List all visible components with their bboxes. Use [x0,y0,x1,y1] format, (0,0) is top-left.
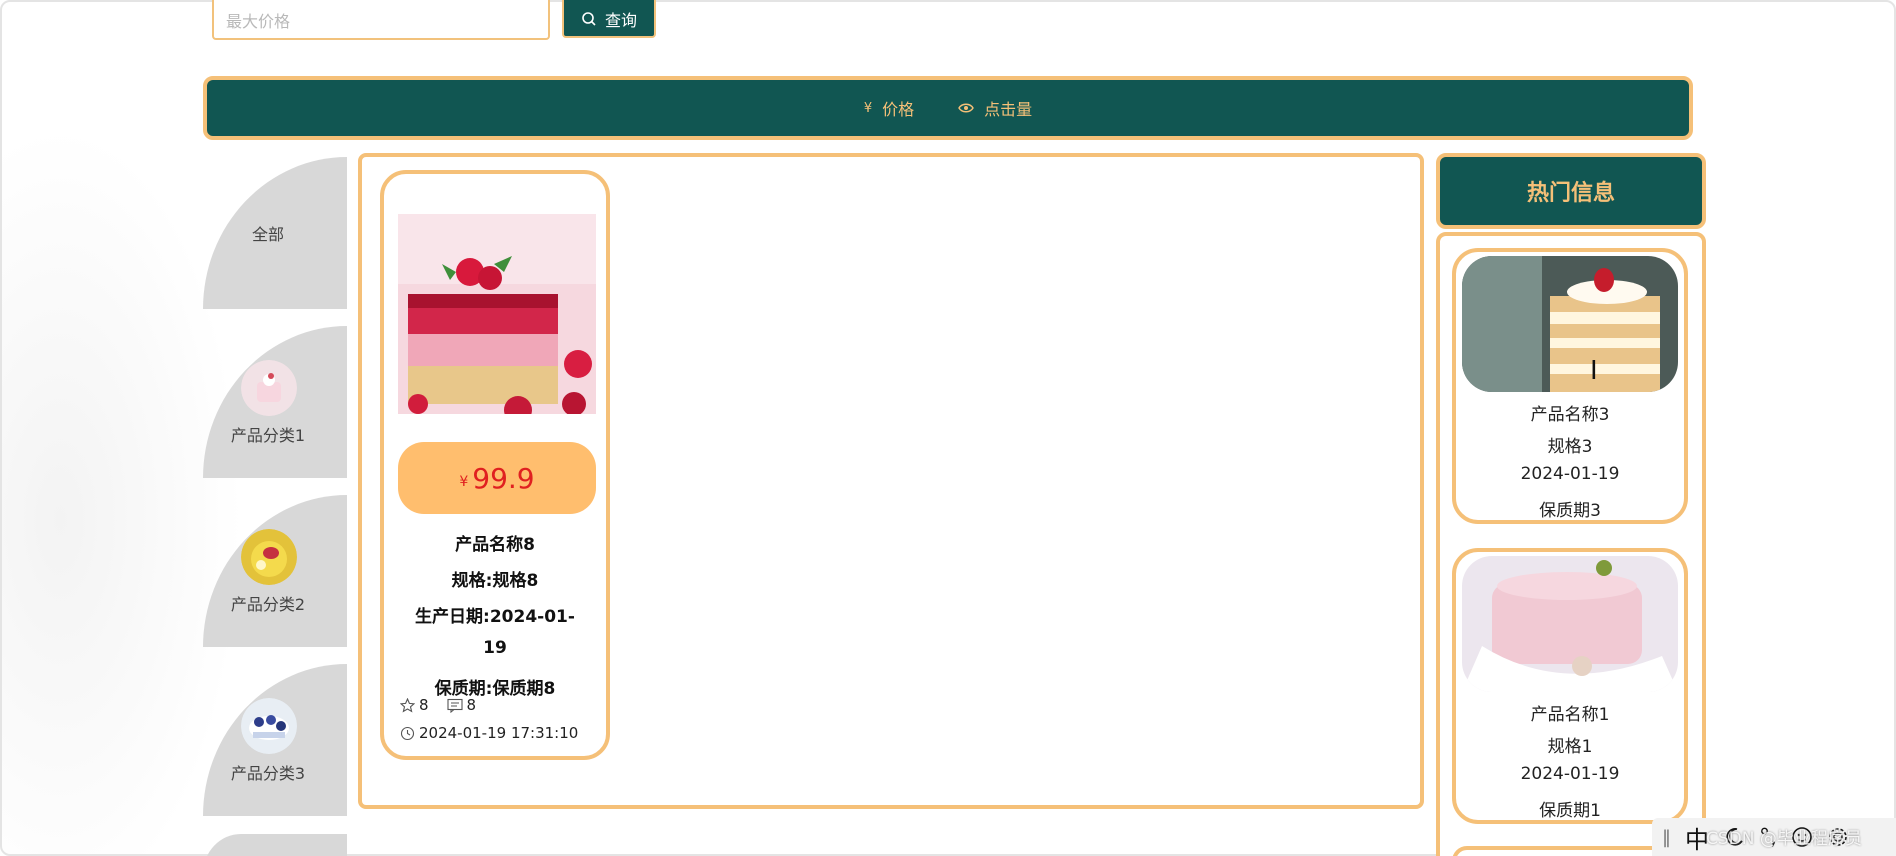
product-stats: 8 8 [400,696,476,714]
price-value: 99.9 [472,461,535,495]
sort-price-label: 价格 [882,100,915,119]
category-partial[interactable] [203,834,347,856]
hot-item-shelf-life: 保质期3 [1539,501,1601,521]
hot-item-name: 产品名称1 [1530,705,1610,725]
currency-symbol: ¥ [459,474,469,490]
query-button[interactable]: 查询 [562,0,656,38]
search-icon [582,12,596,26]
category-thumbnail [241,360,297,416]
sort-clicks-label: 点击量 [984,100,1033,119]
category-label: 全部 [251,225,284,244]
hot-info-header: 热门信息 [1436,153,1706,229]
product-spec: 规格:规格8 [451,571,539,591]
comments-stat: 8 [446,696,477,714]
hot-item-card[interactable]: 产品名称1 规格1 2024-01-19 保质期1 [1452,548,1688,824]
price-tag: ¥ 99.9 [398,442,596,514]
sort-by-price[interactable]: ¥ 价格 [864,96,914,120]
ime-divider-icon: ‖ [1662,826,1671,848]
product-name: 产品名称8 [455,535,535,555]
yen-icon: ¥ [863,100,873,116]
watermark-text: CSDN @毕业程序员 [1706,829,1862,849]
category-thumbnail [241,698,297,754]
hot-item-date: 2024-01-19 [1520,764,1620,784]
clock-icon [400,726,415,740]
product-image [398,214,596,414]
text-cursor-icon: I [1590,356,1598,386]
hot-info-title: 热门信息 [1526,181,1615,206]
product-card[interactable]: ¥ 99.9 产品名称8 规格:规格8 生产日期:2024-01- 19 保质期… [380,170,610,760]
category-3[interactable]: 产品分类3 [203,664,347,816]
product-time-text: 2024-01-19 17:31:10 [419,724,579,742]
max-price-input[interactable]: 最大价格 [212,0,550,40]
comment-icon [446,698,463,713]
comments-count: 8 [466,696,477,714]
star-icon [400,697,415,713]
hot-item-image [1462,256,1678,392]
category-2[interactable]: 产品分类2 [203,495,347,647]
hot-item-image [1462,556,1678,692]
category-1[interactable]: 产品分类1 [203,326,347,478]
likes-stat: 8 [400,696,429,714]
sort-bar: ¥ 价格 点击量 [203,76,1693,140]
category-label: 产品分类3 [230,764,306,783]
query-button-label: 查询 [604,11,637,30]
product-time: 2024-01-19 17:31:10 [400,724,578,742]
sort-by-clicks[interactable]: 点击量 [958,96,1032,120]
eye-icon [958,103,974,113]
hot-item-date: 2024-01-19 [1520,464,1620,484]
hot-item-shelf-life: 保质期1 [1539,801,1601,821]
category-label: 产品分类2 [230,595,306,614]
product-date-line2: 19 [483,638,507,658]
product-date-line1: 生产日期:2024-01- [415,607,575,627]
hot-item-spec: 规格3 [1547,437,1593,457]
category-thumbnail [241,529,297,585]
category-all[interactable]: 全部 [203,157,347,309]
hot-item-spec: 规格1 [1547,737,1593,757]
hot-item-name: 产品名称3 [1530,405,1610,425]
likes-count: 8 [419,696,429,714]
hot-item-card[interactable]: 产品名称3 规格3 2024-01-19 保质期3 [1452,248,1688,524]
category-label: 产品分类1 [230,426,306,445]
